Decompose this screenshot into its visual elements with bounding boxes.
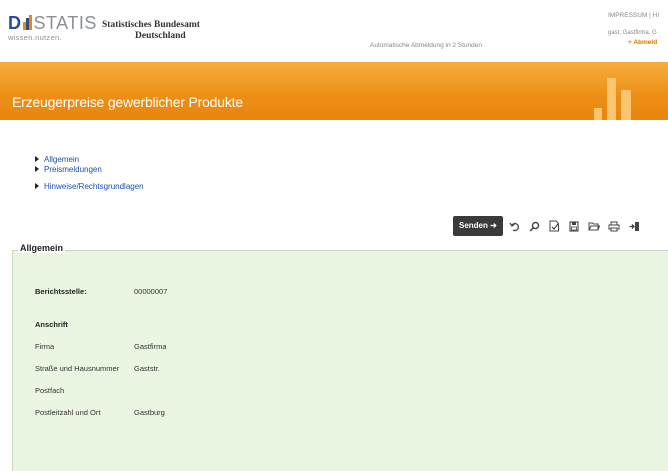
top-links[interactable]: IMPRESSUM | HI [608,12,659,19]
address-heading: Anschrift [35,320,68,329]
title-banner: Erzeugerpreise gewerblicher Produkte [0,62,668,120]
nav-item-label: Allgemein [44,155,80,164]
arrow-right-icon [35,183,39,189]
undo-icon[interactable] [506,216,523,236]
save-icon[interactable] [566,216,583,236]
agency-line-1: Statistisches Bundesamt [102,20,200,30]
user-info: gast, Gastfirma, G [608,30,657,36]
nav-item-allgemein[interactable]: Allgemein [35,155,144,165]
auto-logout-notice: Automatische Abmeldung in 2 Stunden [370,42,483,49]
general-section-panel [12,250,668,471]
search-icon[interactable] [526,216,543,236]
field-label-firma: Firma [35,342,55,351]
field-value-plz-ort: Gastburg [134,408,165,417]
logo-suffix: STATIS [33,13,97,33]
arrow-right-icon [35,166,39,172]
logo-bars-icon [22,15,33,30]
logo-prefix: D [8,13,22,33]
nav-item-label: Preismeldungen [44,165,102,174]
destatis-logo[interactable]: D STATIS wissen.nutzen. [8,14,97,42]
exit-icon[interactable] [626,216,643,236]
agency-name: Statistisches Bundesamt Deutschland [102,20,200,42]
section-nav: Allgemein Preismeldungen Hinweise/Rechts… [35,155,144,192]
nav-item-label: Hinweise/Rechtsgrundlagen [44,182,144,191]
nav-item-hinweise[interactable]: Hinweise/Rechtsgrundlagen [35,182,144,192]
reporting-office-label: Berichtsstelle: [35,287,87,296]
send-arrow-icon: ➜ [490,221,497,230]
field-value-strasse: Gaststr. [134,364,160,373]
field-label-plz-ort: Postleitzahl und Ort [35,408,101,417]
check-document-icon[interactable] [546,216,563,236]
logout-link[interactable]: + Abmeld [628,39,657,46]
arrow-right-icon [35,156,39,162]
nav-item-preismeldungen[interactable]: Preismeldungen [35,165,144,175]
page-header: D STATIS wissen.nutzen. Statistisches Bun… [0,0,668,62]
field-label-postfach: Postfach [35,386,65,395]
logo-tagline: wissen.nutzen. [8,33,62,42]
reporting-office-value: 00000007 [134,287,168,296]
open-folder-icon[interactable] [586,216,603,236]
page-title: Erzeugerpreise gewerblicher Produkte [12,94,243,110]
form-toolbar: Senden ➜ [453,216,643,236]
section-title: Allgemein [18,243,66,253]
field-value-firma: Gastfirma [134,342,167,351]
field-label-strasse: Straße und Hausnummer [35,364,120,373]
print-icon[interactable] [606,216,623,236]
agency-line-2: Deutschland [135,31,186,41]
send-button-label: Senden [459,221,488,230]
send-button[interactable]: Senden ➜ [453,216,503,236]
